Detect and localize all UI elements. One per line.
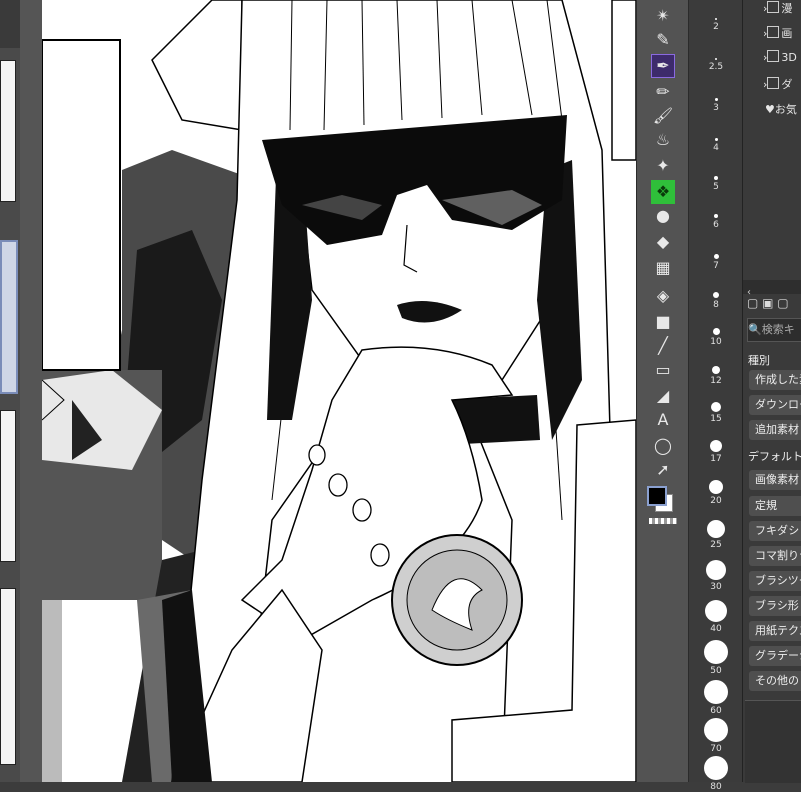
brush-size-option[interactable]: 10 <box>689 328 743 347</box>
material-filter-button[interactable]: 用紙テクス <box>749 621 801 641</box>
material-filter-button[interactable]: ダウンロー <box>749 395 801 415</box>
brush-size-option[interactable]: 25 <box>689 520 743 550</box>
material-filter-button[interactable]: ブラシ形 <box>749 596 801 616</box>
brush-size-option[interactable]: 50 <box>689 640 743 676</box>
brush-size-option[interactable]: 20 <box>689 480 743 506</box>
transparent-color-swatch[interactable] <box>649 518 677 524</box>
brush-size-option[interactable]: 40 <box>689 600 743 634</box>
frame-icon[interactable]: ▭ <box>651 358 675 382</box>
brush-size-option[interactable]: 80 <box>689 756 743 792</box>
material-filter-button[interactable]: その他の <box>749 671 801 691</box>
mesh-icon[interactable]: ▦ <box>651 256 675 280</box>
brush-size-option[interactable]: 12 <box>689 366 743 386</box>
tool-palette: ✴ ✎ ✒ ✏ 🖌 ♨ ✦ ❖ ● ◆ ▦ ◈ ■ ╱ ▭ ◢ A ◯ ➚ <box>636 0 689 782</box>
panel-toolbar-icons[interactable]: ▢ ▣ ▢ <box>747 296 789 310</box>
page-navigator <box>0 0 42 782</box>
page-bar <box>0 0 20 48</box>
material-tree-item[interactable]: ♥お気 <box>765 101 797 117</box>
material-section-default: デフォルトタ <box>748 450 801 463</box>
download-icon <box>767 77 780 89</box>
material-filter-button[interactable]: 画像素材 <box>749 470 801 490</box>
text-icon[interactable]: A <box>651 408 675 432</box>
material-filter-button[interactable]: 追加素材 <box>749 420 801 440</box>
material-tree-item[interactable]: › ダ <box>763 76 792 92</box>
brush-icon[interactable]: 🖌 <box>651 104 675 128</box>
sparkle-icon[interactable]: ✦ <box>651 154 675 178</box>
material-list-area[interactable] <box>745 700 801 783</box>
brush-size-option[interactable]: 60 <box>689 680 743 716</box>
brush-size-option[interactable]: 8 <box>689 292 743 310</box>
manga-artwork <box>42 0 636 782</box>
brush-size-option[interactable]: 3 <box>689 98 743 113</box>
navigator-divider <box>20 0 42 782</box>
material-filter-button[interactable]: 定規 <box>749 496 801 516</box>
select-arrow-icon[interactable]: ➚ <box>651 458 675 482</box>
brush-size-palette: 2 2.5 3 4 5 6 7 8 10 12 15 17 20 25 30 4… <box>688 0 743 792</box>
brush-size-option[interactable]: 7 <box>689 254 743 271</box>
material-tree-item[interactable]: › 3D <box>763 50 797 64</box>
eyedropper-icon[interactable]: ✎ <box>651 28 675 52</box>
material-filter-button[interactable]: ブラシツー <box>749 571 801 591</box>
ruler-icon[interactable]: ◢ <box>651 384 675 408</box>
brush-size-option[interactable]: 2.5 <box>689 58 743 72</box>
material-filter-button[interactable]: コマ割りテ <box>749 546 801 566</box>
image-folder-icon <box>767 26 780 38</box>
panel-scroll-header[interactable]: ‹ <box>743 280 801 298</box>
folder-icon <box>767 1 780 13</box>
airbrush-icon[interactable]: ♨ <box>651 128 675 152</box>
material-filter-button[interactable]: グラデーシ <box>749 646 801 666</box>
material-tree-item[interactable]: › 画 <box>763 25 792 41</box>
brush-size-option[interactable]: 6 <box>689 214 743 230</box>
cube-icon <box>767 50 780 62</box>
material-filter-button[interactable]: 作成した素 <box>749 370 801 390</box>
lasso-icon[interactable]: ◯ <box>651 434 675 458</box>
page-thumbnail-selected[interactable] <box>0 240 18 394</box>
brush-size-option[interactable]: 4 <box>689 138 743 153</box>
eraser-icon[interactable]: ◆ <box>651 230 675 254</box>
gradient-icon[interactable]: ■ <box>651 310 675 334</box>
material-filter-button[interactable]: フキダシ <box>749 521 801 541</box>
page-thumbnail[interactable] <box>0 588 16 765</box>
material-search-input[interactable]: 🔍検索キ <box>747 318 801 342</box>
brush-size-option[interactable]: 2 <box>689 18 743 32</box>
search-icon: 🔍 <box>748 323 762 336</box>
brush-size-option[interactable]: 30 <box>689 560 743 592</box>
pen-icon[interactable]: ✒ <box>651 54 675 78</box>
fill-icon[interactable]: ◈ <box>651 284 675 308</box>
decoration-icon[interactable]: ❖ <box>651 180 675 204</box>
heart-icon: ♥ <box>765 103 775 116</box>
pencil-icon[interactable]: ✏ <box>651 80 675 104</box>
brush-size-option[interactable]: 17 <box>689 440 743 464</box>
material-tree-item[interactable]: › 漫 <box>763 0 792 16</box>
brush-size-option[interactable]: 5 <box>689 176 743 192</box>
page-thumbnail[interactable] <box>0 410 16 562</box>
page-thumbnail[interactable] <box>0 60 16 202</box>
material-panel: ›漫 ›画 ›3D ›ダ ♥お気 ‹ ▢ ▣ ▢ 🔍検索キ 種別 作成した素 ダ… <box>742 0 801 783</box>
brush-size-option[interactable]: 15 <box>689 402 743 424</box>
main-color-swatch[interactable] <box>647 486 667 506</box>
material-section-type: 種別 <box>748 354 770 367</box>
line-icon[interactable]: ╱ <box>651 334 675 358</box>
star-sparkle-icon[interactable]: ✴ <box>651 4 675 28</box>
brush-size-option[interactable]: 70 <box>689 718 743 754</box>
drawing-canvas[interactable] <box>42 0 636 782</box>
blend-icon[interactable]: ● <box>651 204 675 228</box>
